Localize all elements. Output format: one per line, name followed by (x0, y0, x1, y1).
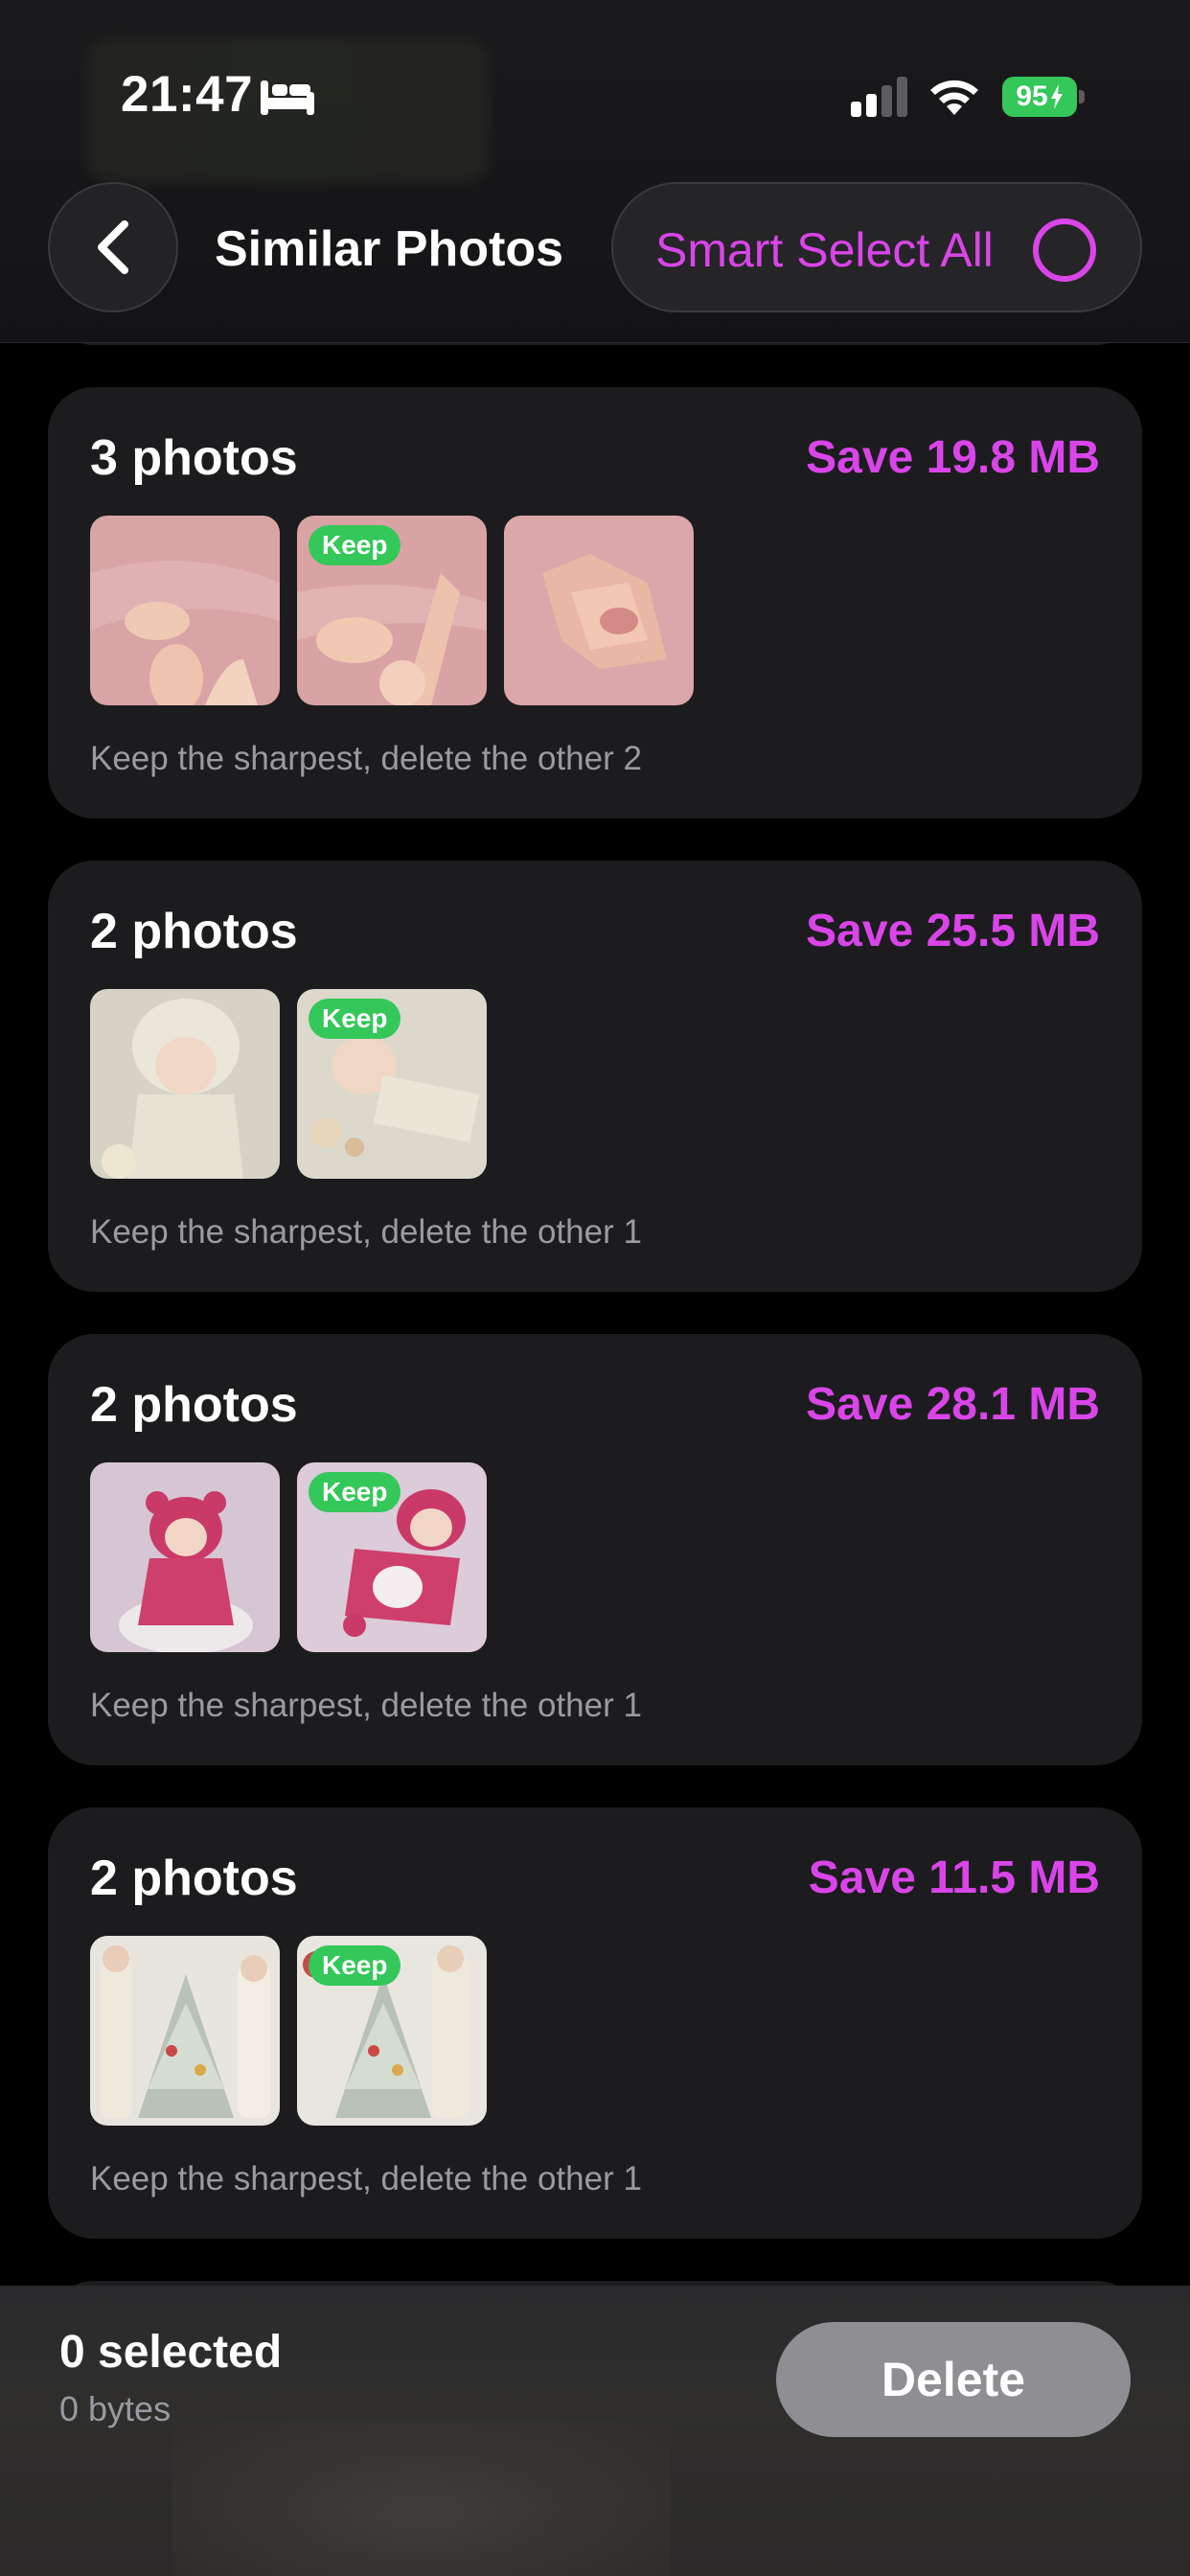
selection-footer: 0 selected 0 bytes Delete (0, 2286, 1190, 2576)
photo-thumbnail[interactable] (90, 1462, 280, 1652)
group-hint-text: Keep the sharpest, delete the other 1 (90, 1687, 642, 1724)
photo-thumbnail[interactable]: Keep (297, 516, 487, 705)
photo-thumbnail[interactable]: Keep (297, 1936, 487, 2126)
group-save-size: Save 19.8 MB (806, 432, 1100, 483)
photo-thumbnail[interactable] (90, 516, 280, 705)
similar-group-card[interactable]: 2 photos Save 11.5 MB Keep Keep the shar… (48, 1807, 1142, 2239)
group-hint-text: Keep the sharpest, delete the other 1 (90, 2160, 642, 2197)
selected-bytes: 0 bytes (59, 2389, 172, 2428)
group-photo-count: 2 photos (90, 904, 298, 959)
smart-select-all-label: Smart Select All (655, 223, 994, 277)
chevron-left-icon (98, 220, 128, 274)
keep-badge: Keep (309, 525, 401, 565)
similar-group-card[interactable]: 2 photos Save 28.1 MB Keep Keep the shar… (48, 1334, 1142, 1765)
group-hint-text: Keep the sharpest, delete the other 2 (90, 740, 642, 777)
group-photo-count: 2 photos (90, 1851, 298, 1906)
photo-thumbnail[interactable] (90, 989, 280, 1179)
group-hint-text: Keep the sharpest, delete the other 1 (90, 1213, 642, 1251)
photo-thumbnail[interactable]: Keep (297, 989, 487, 1179)
group-photo-count: 3 photos (90, 430, 298, 486)
keep-badge: Keep (309, 999, 401, 1039)
similar-group-card[interactable]: 3 photos Save 19.8 MB Keep Keep the shar… (48, 387, 1142, 818)
status-time: 21:47 (121, 66, 254, 123)
battery-level-text: 95 (1016, 80, 1048, 112)
delete-button[interactable]: Delete (776, 2322, 1131, 2437)
battery-cap (1079, 90, 1085, 104)
cellular-signal-icon (851, 77, 907, 117)
similar-group-card[interactable]: 2 photos Save 25.5 MB Keep Keep the shar… (48, 861, 1142, 1292)
photo-thumbnail[interactable] (504, 516, 694, 705)
group-save-size: Save 11.5 MB (808, 1852, 1100, 1903)
photo-thumbnail[interactable] (90, 1936, 280, 2126)
battery-charging-icon: 95 (1002, 77, 1085, 117)
wifi-icon (930, 80, 978, 115)
photo-thumbnail[interactable]: Keep (297, 1462, 487, 1652)
smart-select-all-button[interactable]: Smart Select All (611, 182, 1142, 312)
back-button[interactable] (48, 182, 178, 312)
bed-icon (261, 80, 314, 115)
bolt-icon (1050, 84, 1063, 109)
selected-count: 0 selected (59, 2327, 283, 2378)
group-save-size: Save 28.1 MB (806, 1379, 1100, 1430)
footer-background-blur (172, 2420, 671, 2576)
navigation-bar: Similar Photos Smart Select All (0, 182, 1190, 316)
battery-level: 95 (1002, 77, 1077, 117)
group-save-size: Save 25.5 MB (806, 906, 1100, 956)
top-header: 21:47 95 Similar Photos Smart Select All (0, 0, 1190, 343)
group-photo-count: 2 photos (90, 1377, 298, 1433)
keep-badge: Keep (309, 1472, 401, 1512)
status-bar: 21:47 95 (0, 0, 1190, 192)
select-circle-icon (1033, 218, 1096, 282)
page-title: Similar Photos (215, 221, 564, 277)
keep-badge: Keep (309, 1945, 401, 1986)
